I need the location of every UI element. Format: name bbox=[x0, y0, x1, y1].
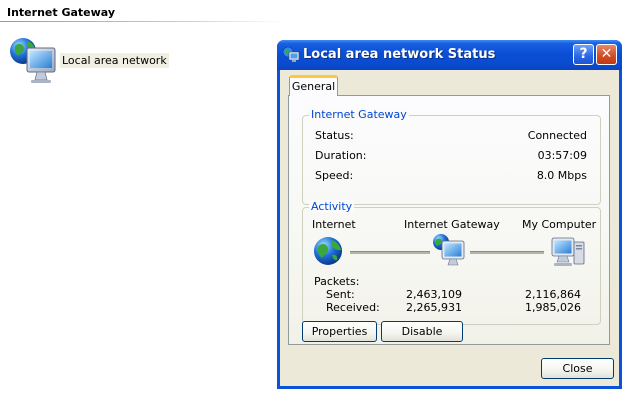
dialog-body: General Internet Gateway Status: Connect… bbox=[280, 70, 619, 386]
properties-button[interactable]: Properties bbox=[302, 321, 377, 342]
dialog-title: Local area network Status bbox=[303, 47, 496, 62]
link-internet-gateway bbox=[350, 251, 430, 254]
speed-value: 8.0 Mbps bbox=[536, 169, 587, 182]
activity-group-title: Activity bbox=[309, 200, 355, 213]
disable-button[interactable]: Disable bbox=[381, 321, 463, 342]
local-area-network-item[interactable]: Local area network bbox=[9, 36, 169, 88]
help-button[interactable]: ? bbox=[573, 44, 594, 65]
speed-label: Speed: bbox=[315, 169, 354, 182]
sent-left-value: 2,463,109 bbox=[406, 288, 462, 301]
dialog-titlebar[interactable]: Local area network Status ? ✕ bbox=[277, 40, 622, 70]
received-label: Received: bbox=[326, 301, 380, 314]
gateway-node-label: Internet Gateway bbox=[404, 218, 500, 231]
computer-node-label: My Computer bbox=[522, 218, 597, 231]
internet-gateway-group-title: Internet Gateway bbox=[309, 108, 409, 121]
tab-general[interactable]: General bbox=[289, 75, 338, 96]
sent-label: Sent: bbox=[326, 288, 355, 301]
pane-header-divider bbox=[0, 21, 285, 22]
packets-label: Packets: bbox=[314, 275, 360, 288]
screen: Internet Gateway Local area network Loca… bbox=[0, 0, 624, 405]
internet-node-label: Internet bbox=[312, 218, 356, 231]
activity-group: Activity Internet Internet Gateway My Co… bbox=[302, 200, 601, 325]
duration-label: Duration: bbox=[315, 149, 367, 162]
received-right-value: 1,985,026 bbox=[525, 301, 581, 314]
network-globe-icon bbox=[10, 38, 56, 83]
local-area-network-label: Local area network bbox=[60, 53, 169, 68]
close-button[interactable]: Close bbox=[541, 358, 614, 379]
general-tab-panel: Internet Gateway Status: Connected Durat… bbox=[288, 95, 610, 345]
close-icon: ✕ bbox=[600, 46, 613, 62]
connection-icon bbox=[282, 46, 300, 62]
computer-icon bbox=[551, 237, 585, 266]
duration-value: 03:57:09 bbox=[537, 149, 587, 162]
help-icon: ? bbox=[579, 46, 588, 62]
pane-header: Internet Gateway bbox=[7, 6, 116, 19]
internet-globe-icon bbox=[314, 237, 342, 265]
status-value: Connected bbox=[527, 129, 587, 142]
gateway-icon bbox=[433, 234, 465, 266]
received-left-value: 2,265,931 bbox=[406, 301, 462, 314]
status-dialog: Local area network Status ? ✕ General In… bbox=[277, 40, 622, 389]
sent-right-value: 2,116,864 bbox=[525, 288, 581, 301]
internet-gateway-group: Internet Gateway Status: Connected Durat… bbox=[302, 108, 601, 205]
link-gateway-computer bbox=[470, 251, 544, 254]
title-close-button[interactable]: ✕ bbox=[596, 44, 617, 65]
status-label: Status: bbox=[315, 129, 354, 142]
